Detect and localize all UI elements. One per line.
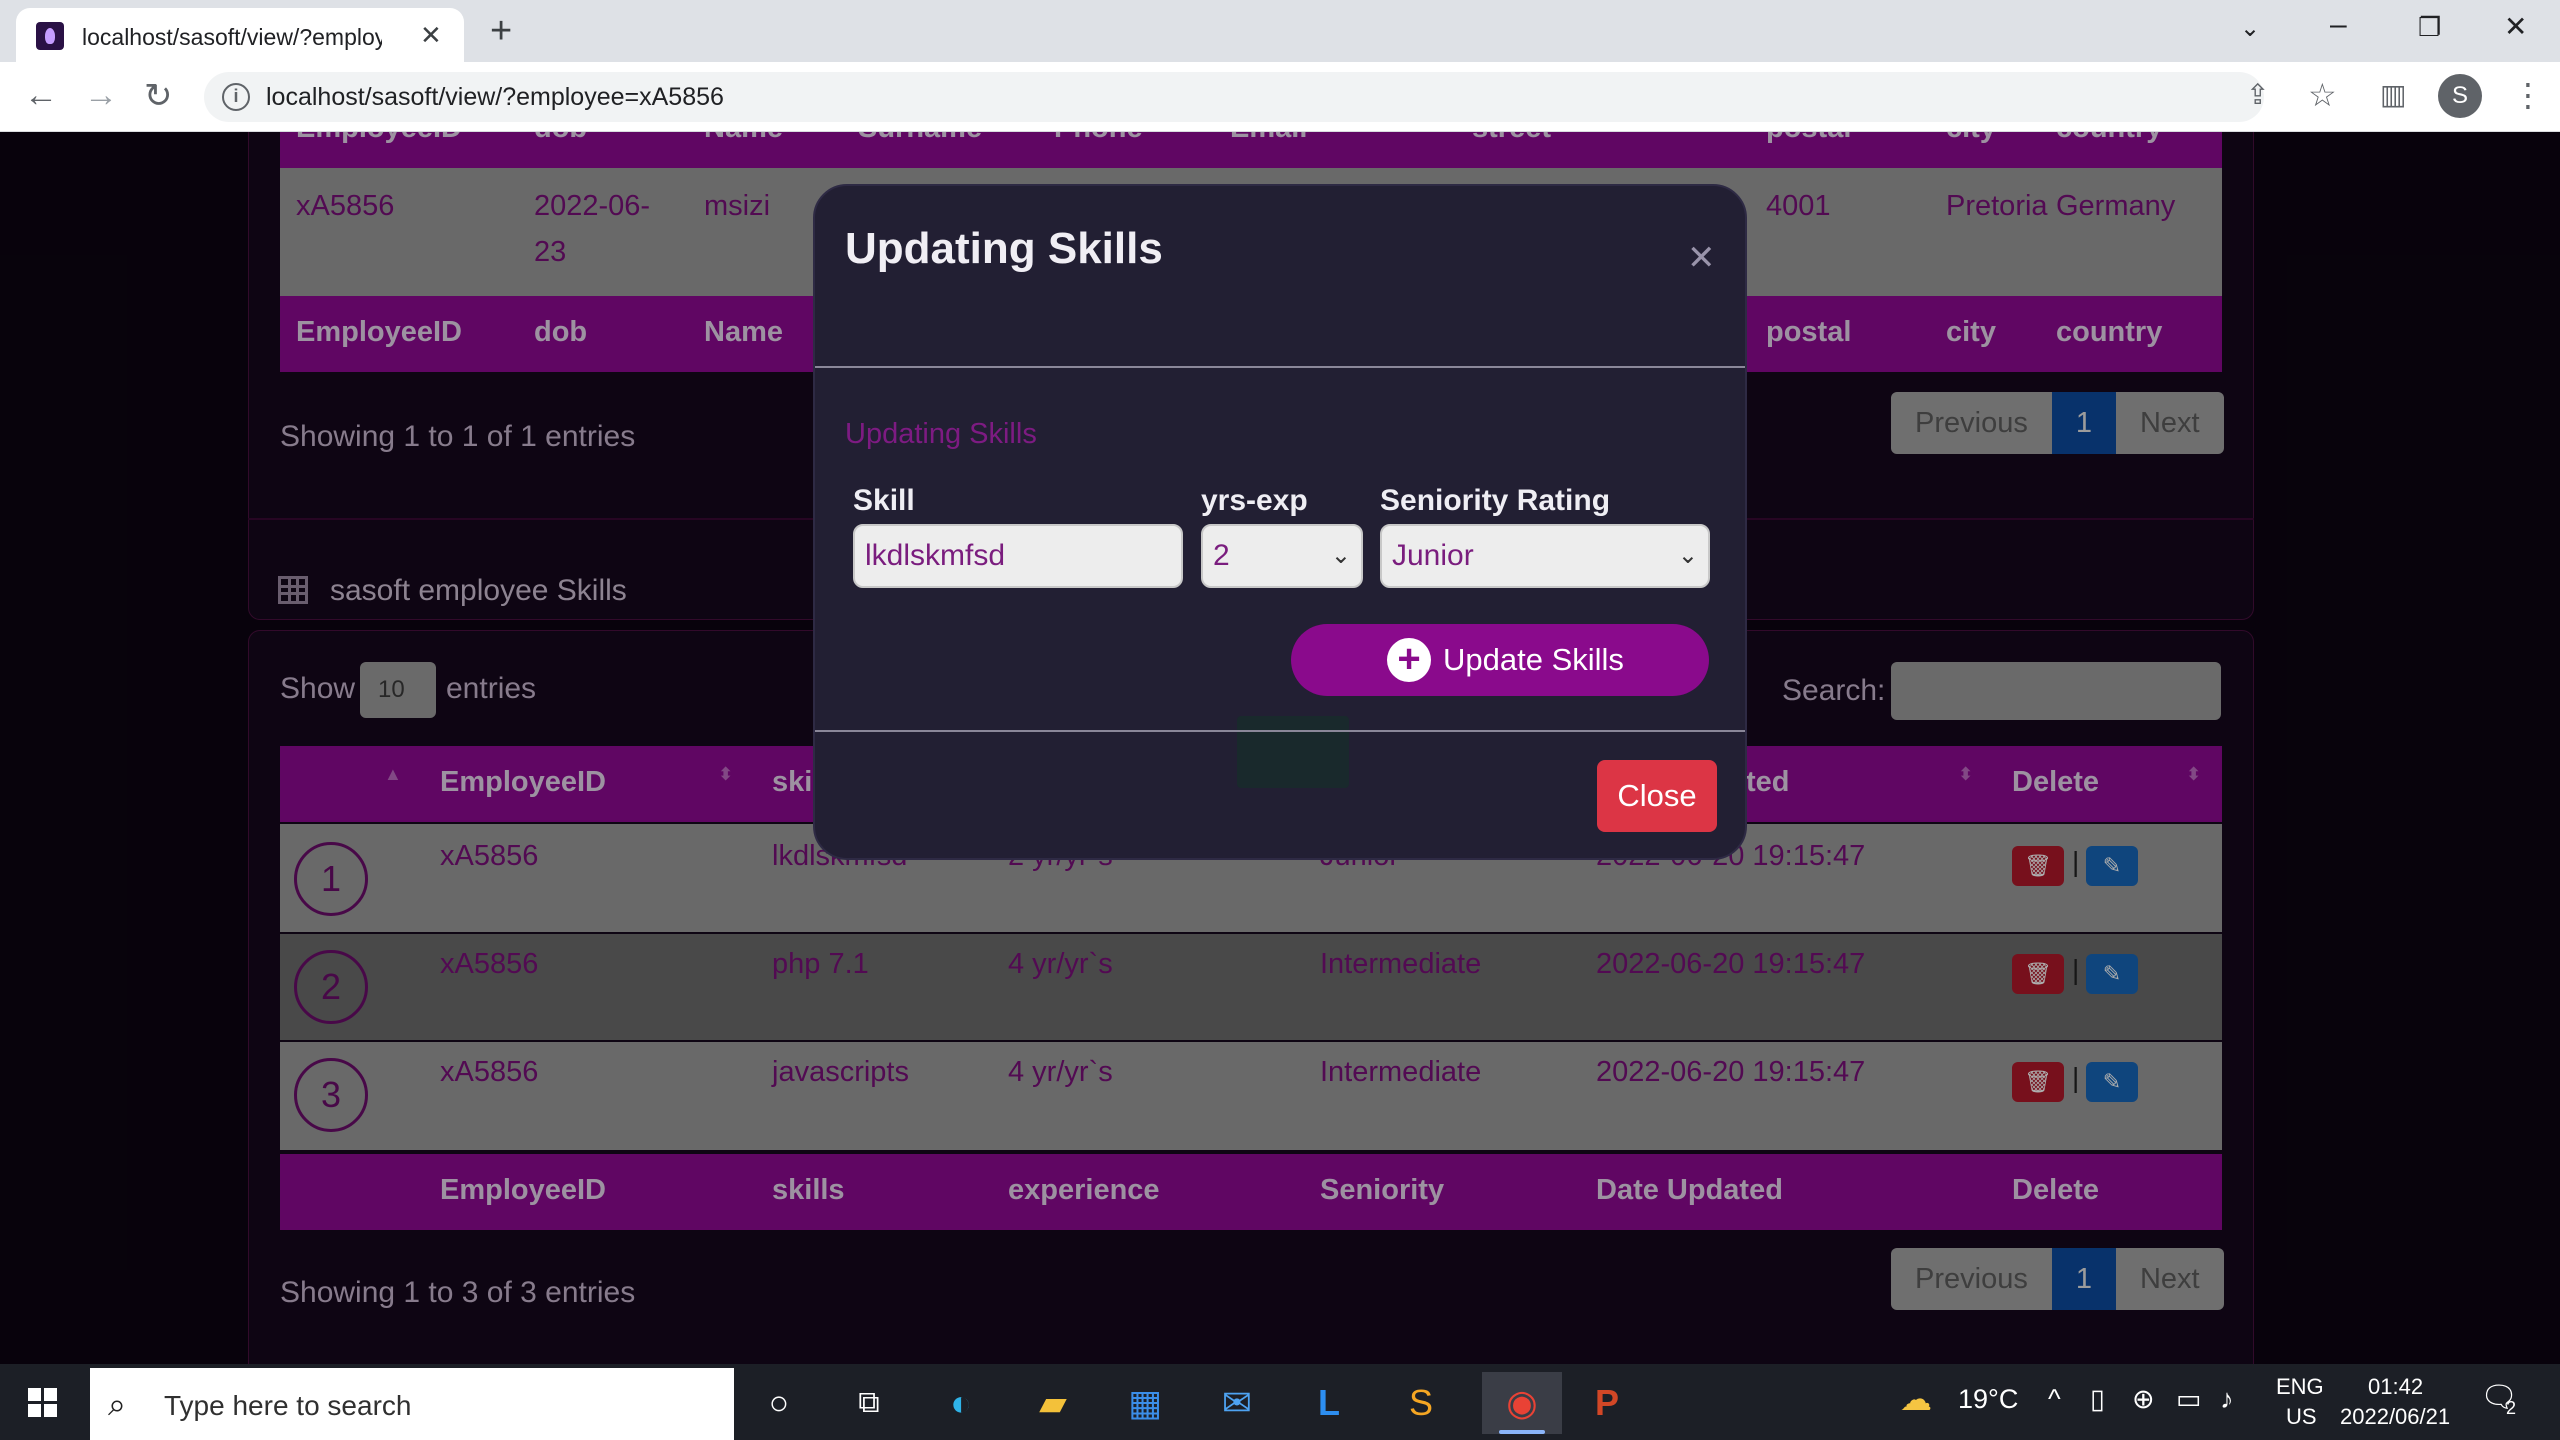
language-region[interactable]: US	[2286, 1404, 2317, 1430]
address-url[interactable]: localhost/sasoft/view/?employee=xA5856	[266, 83, 724, 112]
share-icon[interactable]: ⇪	[2246, 78, 2269, 111]
volume-icon[interactable]: ♪	[2220, 1384, 2234, 1415]
clock-time[interactable]: 01:42	[2368, 1374, 2423, 1400]
clock-date[interactable]: 2022/06/21	[2340, 1404, 2450, 1430]
skill-field-value: lkdlskmfsd	[865, 539, 1006, 572]
tray-chevron-icon[interactable]: ^	[2048, 1384, 2061, 1415]
chevron-down-icon: ⌄	[1330, 542, 1351, 569]
language-code[interactable]: ENG	[2276, 1374, 2324, 1400]
tab-title: localhost/sasoft/view/?employee=xA5856	[82, 24, 382, 50]
restore-icon[interactable]: ❐	[2418, 12, 2441, 43]
forward-arrow-icon[interactable]: →	[84, 76, 118, 115]
edge-browser-icon[interactable]: ◐	[930, 1372, 992, 1434]
yrs-exp-label: yrs-exp	[1201, 484, 1308, 517]
microsoft-store-icon[interactable]: ▦	[1114, 1372, 1176, 1434]
chevron-down-icon: ⌄	[1677, 542, 1698, 569]
search-icon: ⌕	[108, 1386, 126, 1422]
site-info-icon[interactable]: i	[222, 83, 250, 111]
weather-temperature[interactable]: 19°C	[1958, 1384, 2018, 1415]
reload-icon[interactable]: ↻	[144, 76, 173, 116]
browser-tab[interactable]: localhost/sasoft/view/?employee=xA5856 ✕	[16, 8, 464, 62]
side-panel-icon[interactable]: ▥	[2380, 78, 2406, 111]
windows-taskbar: ⌕ Type here to search ○ ⧉ ◐ ▰ ▦ ✉ L S ◉ …	[0, 1364, 2560, 1440]
address-bar[interactable]: i localhost/sasoft/view/?employee=xA5856	[204, 72, 2264, 122]
task-view-icon[interactable]: ⧉	[838, 1372, 900, 1434]
battery-icon[interactable]: ▭	[2176, 1384, 2202, 1415]
browser-toolbar: ← → ↻ i localhost/sasoft/view/?employee=…	[0, 62, 2560, 132]
device-icon[interactable]: ▯	[2090, 1384, 2105, 1415]
cortana-icon[interactable]: ○	[748, 1372, 810, 1434]
site-favicon-icon	[36, 22, 64, 50]
close-button[interactable]: Close	[1597, 760, 1717, 832]
modal-subtitle: Updating Skills	[845, 418, 1037, 450]
hidden-element	[1237, 716, 1349, 788]
windows-start-icon[interactable]	[28, 1388, 58, 1418]
plus-circle-icon: +	[1387, 638, 1431, 682]
yrs-exp-select[interactable]: 2 ⌄	[1201, 524, 1363, 588]
taskbar-search-box[interactable]: ⌕ Type here to search	[90, 1368, 734, 1440]
file-explorer-icon[interactable]: ▰	[1022, 1372, 1084, 1434]
active-app-indicator	[1499, 1430, 1545, 1434]
tab-close-icon[interactable]: ✕	[420, 20, 442, 51]
seniority-rating-select[interactable]: Junior ⌄	[1380, 524, 1710, 588]
profile-avatar[interactable]: S	[2438, 74, 2482, 118]
notification-count: 2	[2506, 1398, 2517, 1418]
window-close-icon[interactable]: ✕	[2504, 10, 2527, 43]
modal-title: Updating Skills	[845, 224, 1163, 273]
seniority-rating-value: Junior	[1392, 539, 1474, 572]
new-tab-icon[interactable]: +	[490, 10, 512, 53]
update-skills-label: Update Skills	[1443, 642, 1624, 677]
powerpoint-icon[interactable]: P	[1576, 1372, 1638, 1434]
bookmark-star-icon[interactable]: ☆	[2308, 76, 2337, 114]
back-arrow-icon[interactable]: ←	[24, 76, 58, 115]
update-skills-modal: Updating Skills ✕ Updating Skills Skill …	[813, 184, 1747, 860]
skill-field-label: Skill	[853, 484, 915, 517]
network-globe-icon[interactable]: ⊕	[2132, 1384, 2155, 1415]
weather-icon[interactable]: ☁	[1900, 1380, 1932, 1418]
taskbar-search-placeholder: Type here to search	[164, 1390, 412, 1421]
l-app-icon[interactable]: L	[1298, 1372, 1360, 1434]
seniority-rating-label: Seniority Rating	[1380, 484, 1611, 517]
mail-icon[interactable]: ✉	[1206, 1372, 1268, 1434]
minimize-icon[interactable]: –	[2330, 8, 2347, 42]
skill-field-input[interactable]: lkdlskmfsd	[853, 524, 1183, 588]
chrome-icon[interactable]: ◉	[1482, 1372, 1562, 1434]
browser-tabstrip: localhost/sasoft/view/?employee=xA5856 ✕…	[0, 0, 2560, 62]
modal-close-icon[interactable]: ✕	[1687, 238, 1716, 278]
browser-menu-icon[interactable]: ⋮	[2512, 76, 2544, 114]
page-viewport: EmployeeID dob Name Surname Phone Email …	[0, 132, 2560, 1364]
tab-search-chevron-icon[interactable]: ⌄	[2240, 14, 2260, 43]
update-skills-button[interactable]: + Update Skills	[1291, 624, 1709, 696]
modal-footer-divider	[815, 730, 1745, 732]
sublime-text-icon[interactable]: S	[1390, 1372, 1452, 1434]
yrs-exp-value: 2	[1213, 539, 1230, 572]
modal-header-divider	[815, 366, 1745, 368]
